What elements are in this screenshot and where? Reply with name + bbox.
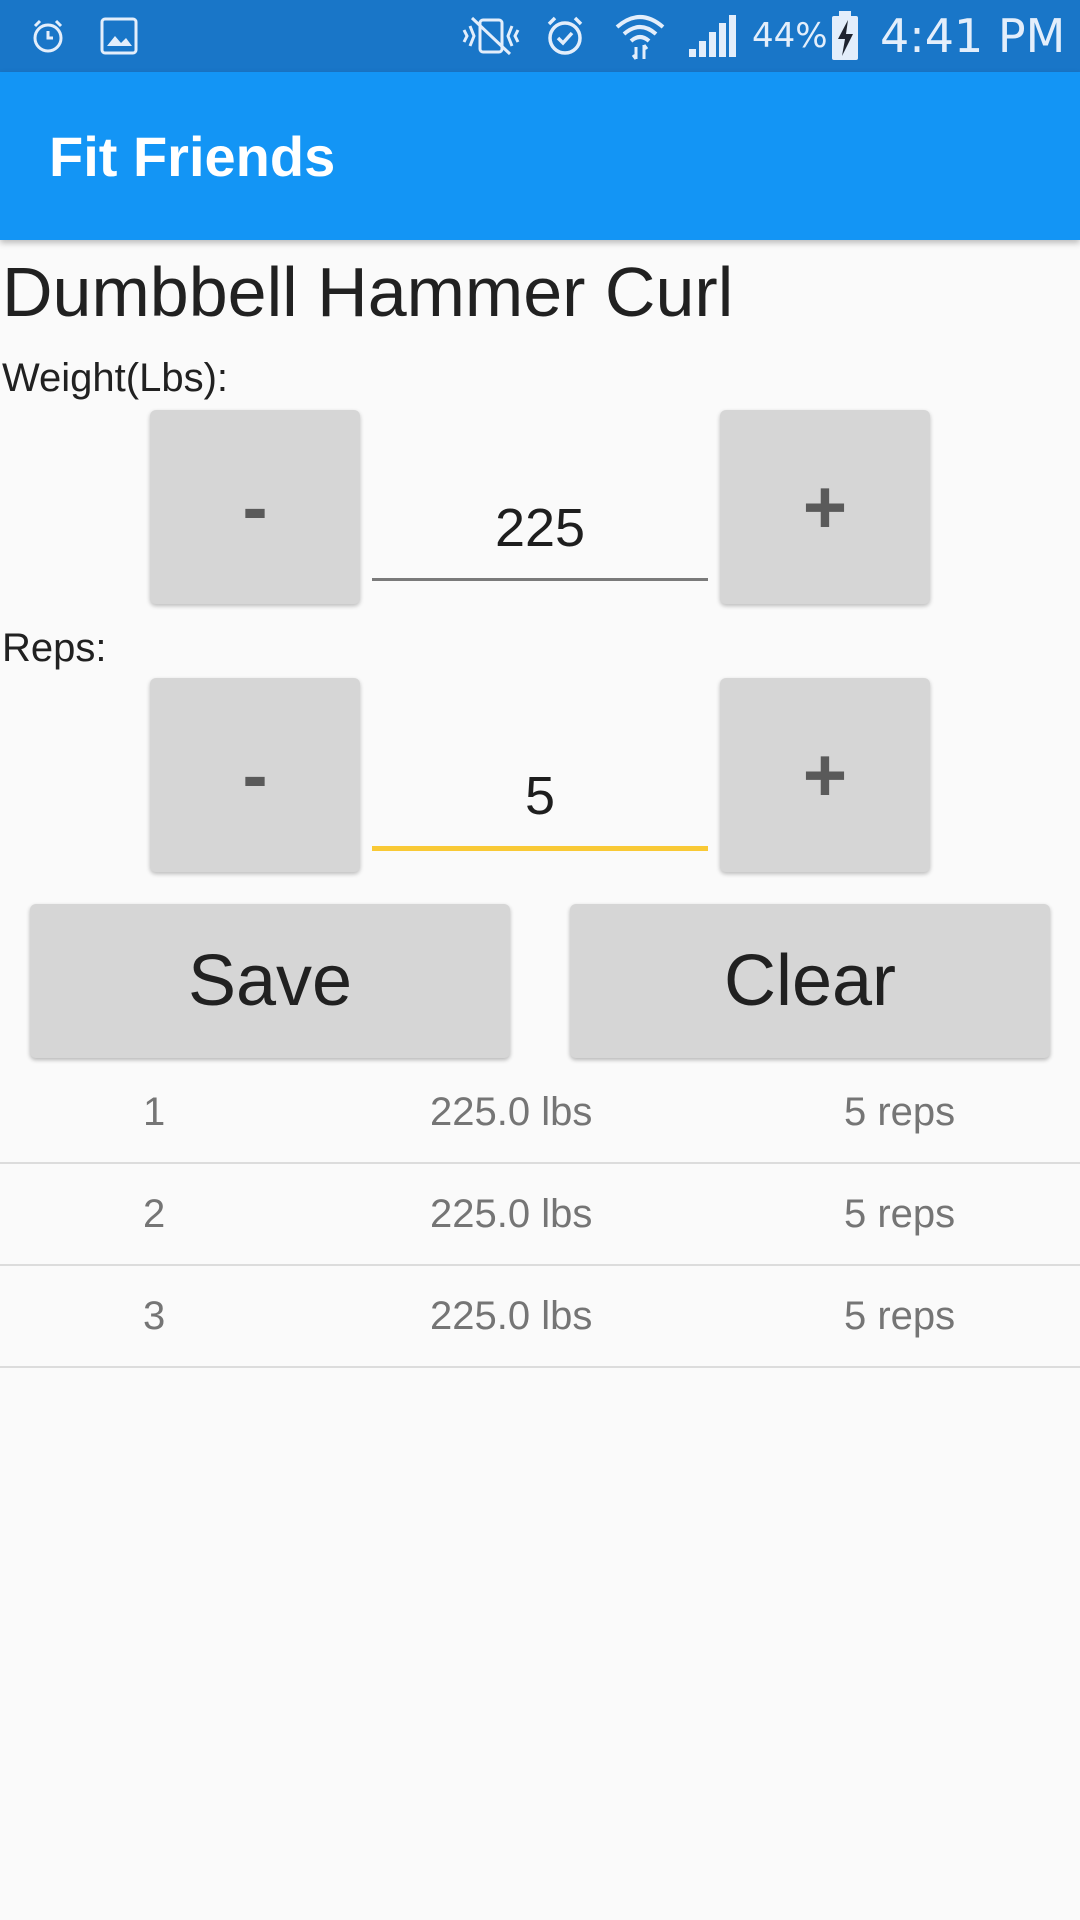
exercise-title: Dumbbell Hammer Curl (2, 253, 734, 331)
image-icon (98, 0, 140, 72)
weight-increment-button[interactable]: + (720, 410, 930, 604)
set-reps: 5 reps (844, 1293, 956, 1338)
reps-input-underline (372, 846, 708, 851)
save-button[interactable]: Save (30, 904, 510, 1058)
reps-decrement-button[interactable]: - (150, 678, 360, 872)
set-number: 2 (143, 1191, 166, 1236)
list-item[interactable]: 3 225.0 lbs 5 reps (0, 1266, 1080, 1368)
set-number: 1 (143, 1089, 166, 1134)
status-bar: 44% 4:41 PM (0, 0, 1080, 72)
clear-button[interactable]: Clear (570, 904, 1050, 1058)
weight-input-underline (372, 578, 708, 581)
set-reps: 5 reps (844, 1089, 956, 1134)
set-weight: 225.0 lbs (430, 1293, 593, 1338)
app-bar: Fit Friends (0, 72, 1080, 240)
app-title: Fit Friends (49, 124, 336, 188)
reps-label: Reps: (2, 626, 107, 670)
battery-percent: 44% (752, 16, 828, 56)
set-reps: 5 reps (844, 1191, 956, 1236)
vibrate-icon (455, 0, 527, 72)
clock: 4:41 PM (880, 9, 1066, 63)
reps-increment-button[interactable]: + (720, 678, 930, 872)
weight-decrement-button[interactable]: - (150, 410, 360, 604)
signal-icon (686, 0, 738, 72)
alarm-icon (28, 0, 68, 72)
weight-label: Weight(Lbs): (2, 356, 229, 400)
set-weight: 225.0 lbs (430, 1191, 593, 1236)
set-weight: 225.0 lbs (430, 1089, 593, 1134)
battery-charging-icon (828, 0, 862, 72)
reps-input[interactable] (372, 760, 708, 832)
weight-input[interactable] (372, 492, 708, 564)
wifi-icon (612, 0, 668, 72)
list-item[interactable]: 1 225.0 lbs 5 reps (0, 1062, 1080, 1164)
set-number: 3 (143, 1293, 166, 1338)
alarm-icon (540, 0, 590, 72)
list-item[interactable]: 2 225.0 lbs 5 reps (0, 1164, 1080, 1266)
